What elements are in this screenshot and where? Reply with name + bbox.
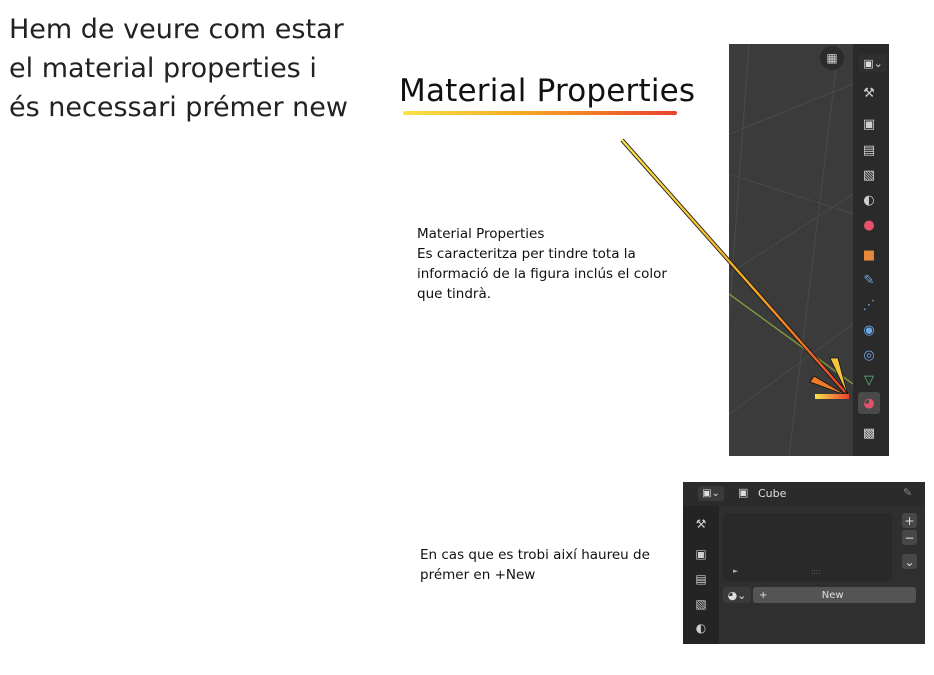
- render-tab-icon[interactable]: ▣: [691, 544, 711, 564]
- world-tab-icon[interactable]: ●: [858, 214, 880, 236]
- editor-type-button[interactable]: ▣⌄: [859, 54, 887, 72]
- properties-editor-screenshot: ▦ ⚒ ▣ ▤ ▧ ◐ ● ■ ✎ ⋰ ◉ ◎ ▽ ◕ ▩ ▣⌄: [729, 44, 889, 456]
- properties-tabs: ⚒ ▣ ▤ ▧ ◐: [683, 506, 719, 644]
- new-button-label: New: [821, 589, 844, 601]
- tool-tab-icon[interactable]: ⚒: [858, 82, 880, 104]
- browse-material-button[interactable]: ◕⌄: [723, 587, 751, 603]
- physics-tab-icon[interactable]: ◉: [858, 319, 880, 341]
- pin-icon[interactable]: ✎: [903, 486, 912, 499]
- plus-icon: +: [759, 589, 768, 601]
- resize-handle-icon[interactable]: ::::: [811, 568, 820, 576]
- output-tab-icon[interactable]: ▤: [691, 569, 711, 589]
- particles-tab-icon[interactable]: ⋰: [858, 294, 880, 316]
- scene-tab-icon[interactable]: ◐: [858, 189, 880, 211]
- viewport-grid: [729, 44, 853, 456]
- editor-type-icon: ▣⌄: [863, 56, 883, 70]
- data-tab-icon[interactable]: ▽: [858, 369, 880, 391]
- plus-icon: +: [904, 513, 915, 528]
- editor-type-button[interactable]: ▣⌄: [698, 486, 724, 501]
- object-tab-icon[interactable]: ■: [858, 244, 880, 266]
- constraints-tab-icon[interactable]: ◎: [858, 344, 880, 366]
- minus-icon: −: [904, 530, 915, 545]
- 3d-viewport: ▦: [729, 44, 853, 456]
- add-slot-button[interactable]: +: [902, 513, 917, 528]
- grid-toggle-button[interactable]: ▦: [820, 46, 844, 70]
- material-panel-screenshot: ▣⌄ ▣ Cube ✎ ⚒ ▣ ▤ ▧ ◐ ► :::: + − ⌄ ◕⌄ + New: [683, 482, 925, 644]
- expand-icon[interactable]: ►: [733, 567, 738, 575]
- view-layer-tab-icon[interactable]: ▧: [858, 164, 880, 186]
- object-name: Cube: [758, 487, 787, 500]
- modifier-tab-icon[interactable]: ✎: [858, 269, 880, 291]
- properties-tabs: ⚒ ▣ ▤ ▧ ◐ ● ■ ✎ ⋰ ◉ ◎ ▽ ◕ ▩: [853, 44, 889, 456]
- editor-type-icon: ▣⌄: [702, 488, 720, 499]
- tool-tab-icon[interactable]: ⚒: [691, 514, 711, 534]
- material-tab-icon[interactable]: ◕: [858, 392, 880, 414]
- remove-slot-button[interactable]: −: [902, 530, 917, 545]
- view-layer-tab-icon[interactable]: ▧: [691, 594, 711, 614]
- object-icon: ▣: [738, 486, 749, 499]
- output-tab-icon[interactable]: ▤: [858, 139, 880, 161]
- material-slot-list[interactable]: ► ::::: [723, 513, 892, 581]
- slot-menu-button[interactable]: ⌄: [902, 554, 917, 569]
- texture-tab-icon[interactable]: ▩: [858, 422, 880, 444]
- chevron-down-icon: ⌄: [904, 554, 915, 569]
- render-tab-icon[interactable]: ▣: [858, 113, 880, 135]
- material-sphere-icon: ◕⌄: [727, 588, 747, 602]
- grid-icon: ▦: [826, 51, 838, 65]
- panel-header: ▣⌄ ▣ Cube ✎: [683, 482, 925, 506]
- scene-tab-icon[interactable]: ◐: [691, 618, 711, 638]
- new-material-button[interactable]: + New: [753, 587, 916, 603]
